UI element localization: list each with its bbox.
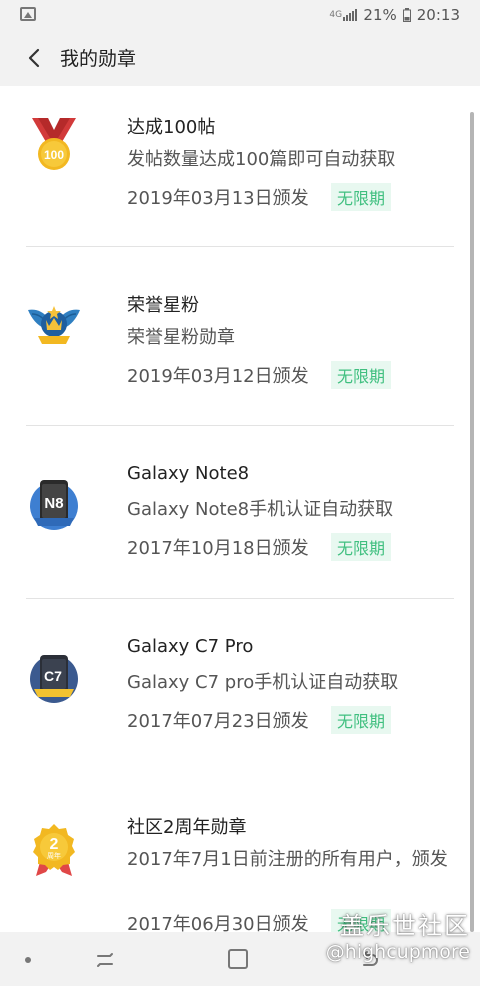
watermark: 盖乐世社区 @highcupmore (326, 906, 470, 963)
medal-number: 100 (44, 148, 64, 162)
badge-title: Galaxy Note8 (127, 463, 250, 484)
divider (26, 598, 454, 599)
anniversary-2-icon: 2 周年 (33, 824, 75, 876)
badge-title: 达成100帖 (127, 117, 216, 138)
page-title: 我的勋章 (60, 48, 137, 70)
anniversary-number: 2 (50, 836, 59, 853)
badge-model-text: N8 (44, 495, 63, 512)
validity-tag: 无限期 (331, 706, 392, 734)
badge-description: Galaxy Note8手机认证自动获取 (127, 499, 394, 520)
winged-crown-icon (28, 306, 80, 344)
badge-title: 社区2周年勋章 (127, 817, 247, 838)
note8-phone-badge-icon: N8 (30, 480, 78, 530)
medal-100-icon: 100 (32, 118, 76, 170)
badge-list[interactable]: 100 达成100帖 发帖数量达成100篇即可自动获取 2019年03月13日颁… (0, 86, 480, 932)
watermark-user: @highcupmore (325, 941, 470, 963)
badge-model-text: C7 (44, 668, 62, 684)
battery-icon (402, 8, 411, 22)
badge-description: 荣誉星粉勋章 (127, 327, 235, 348)
chevron-left-icon (28, 48, 40, 68)
battery-level: 21% (363, 6, 397, 24)
app-header: 我的勋章 (0, 30, 480, 86)
divider (26, 425, 454, 426)
network-type: 4G (329, 9, 343, 20)
watermark-site: 盖乐世社区 (340, 912, 470, 940)
status-bar: 4G 21% 20:13 (0, 0, 480, 30)
badge-description: Galaxy C7 pro手机认证自动获取 (127, 672, 399, 693)
badge-issue-date: 2017年06月30日颁发 (127, 914, 309, 932)
validity-tag: 无限期 (331, 183, 392, 211)
gallery-notification-icon (20, 7, 36, 21)
validity-tag: 无限期 (331, 361, 392, 389)
divider (26, 246, 454, 247)
home-button[interactable] (228, 949, 248, 969)
back-button[interactable] (18, 42, 50, 74)
c7-phone-badge-icon: C7 (30, 655, 78, 703)
recent-apps-button[interactable] (94, 949, 116, 971)
scrollbar[interactable] (470, 112, 474, 932)
badge-issue-date: 2017年10月18日颁发 (127, 538, 309, 559)
validity-tag: 无限期 (331, 533, 392, 561)
clock: 20:13 (416, 6, 460, 24)
anniversary-label: 周年 (47, 851, 61, 860)
badge-description: 2017年7月1日前注册的所有用户，颁发 (127, 849, 448, 870)
badge-title: 荣誉星粉 (127, 295, 199, 316)
status-right: 4G 21% 20:13 (329, 6, 460, 24)
nav-dot-icon[interactable] (25, 957, 31, 963)
signal-icon (343, 9, 358, 21)
badge-issue-date: 2017年07月23日颁发 (127, 711, 309, 732)
badge-description: 发帖数量达成100篇即可自动获取 (127, 149, 396, 170)
badge-issue-date: 2019年03月13日颁发 (127, 188, 309, 209)
badge-title: Galaxy C7 Pro (127, 636, 254, 657)
badge-issue-date: 2019年03月12日颁发 (127, 366, 309, 387)
